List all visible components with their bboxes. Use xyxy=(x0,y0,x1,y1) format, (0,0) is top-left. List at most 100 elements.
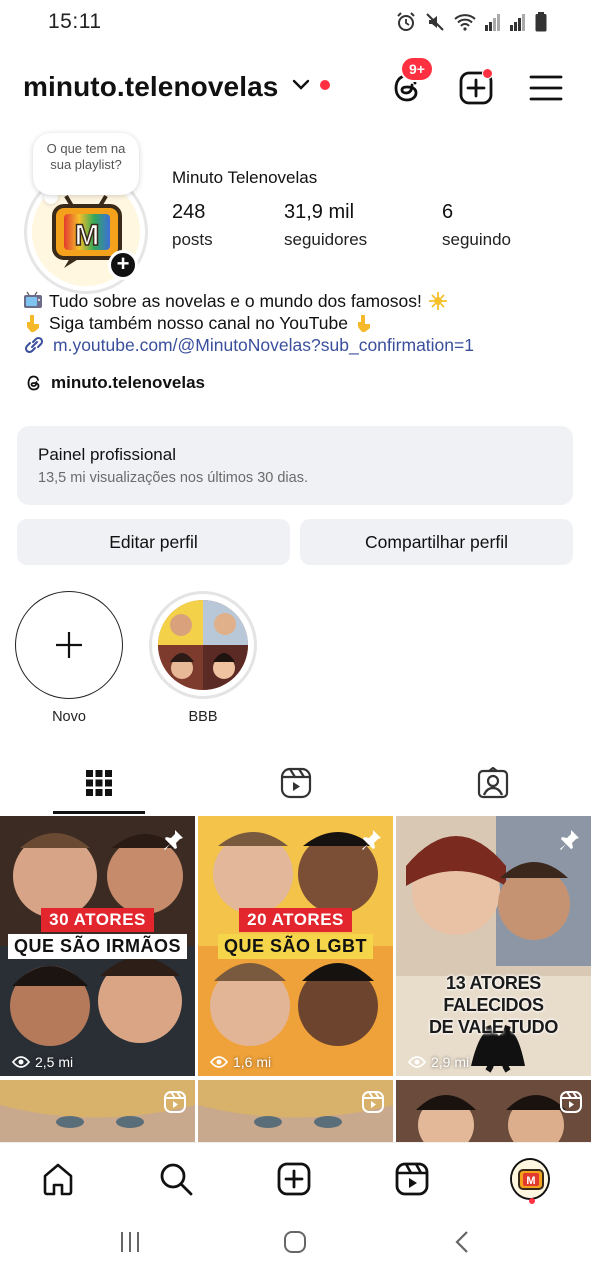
link-icon xyxy=(24,336,44,354)
followers-count: 31,9 mil xyxy=(284,201,355,223)
pin-icon xyxy=(362,830,381,850)
alarm-icon xyxy=(397,12,415,31)
post-caption: 20 ATORES QUE SÃO LGBT xyxy=(198,908,393,959)
posts-stat[interactable]: 248 posts xyxy=(172,201,213,250)
professional-dashboard[interactable]: Painel profissional 13,5 mi visualizaçõe… xyxy=(17,426,573,505)
system-navigation-bar xyxy=(0,1212,591,1280)
nav-search[interactable] xyxy=(156,1159,196,1199)
battery-icon xyxy=(535,12,547,32)
reels-icon xyxy=(164,1091,186,1113)
tagged-icon xyxy=(477,767,508,799)
following-stat[interactable]: 6 seguindo xyxy=(442,201,511,250)
reels-icon xyxy=(362,1091,384,1113)
create-notification-dot xyxy=(482,68,493,79)
signal-icon xyxy=(510,14,525,31)
profile-notification-dot xyxy=(529,1198,535,1204)
profile-header-bar: minuto.telenovelas 9+ xyxy=(0,56,591,116)
post-tile[interactable] xyxy=(0,1080,195,1142)
post-caption-line1: 20 ATORES xyxy=(239,908,352,932)
tab-tagged[interactable] xyxy=(394,752,591,814)
recent-apps-icon[interactable] xyxy=(118,1230,142,1254)
bio-text-1: Tudo sobre as novelas e o mundo dos famo… xyxy=(49,291,422,311)
followers-stat[interactable]: 31,9 mil seguidores xyxy=(284,201,367,250)
bio-link-text[interactable]: m.youtube.com/@MinutoNovelas?sub_confirm… xyxy=(53,334,474,356)
status-bar: 15:11 xyxy=(0,0,591,48)
post-caption-line1: 30 ATORES xyxy=(41,908,154,932)
post-views-count: 2,5 mi xyxy=(35,1054,74,1070)
threads-profile-link[interactable]: minuto.telenovelas xyxy=(24,373,205,393)
threads-handle-text: minuto.telenovelas xyxy=(51,373,205,392)
nav-profile[interactable]: M xyxy=(510,1158,550,1200)
post-tile[interactable]: 13 ATORES FALECIDOS DE VALE TUDO 2,9 mi xyxy=(396,816,591,1076)
views-icon xyxy=(210,1056,228,1068)
posts-label: posts xyxy=(172,230,213,249)
pro-dashboard-subtitle: 13,5 mi visualizações nos últimos 30 dia… xyxy=(38,470,308,486)
post-views-count: 2,9 mi xyxy=(431,1054,470,1070)
pin-icon xyxy=(560,830,579,850)
bio-line-2: Siga também nosso canal no YouTube xyxy=(23,312,474,334)
reels-icon xyxy=(560,1091,582,1113)
post-tile[interactable] xyxy=(396,1080,591,1142)
post-caption-line2: QUE SÃO IRMÃOS xyxy=(7,934,187,959)
svg-text:M: M xyxy=(75,219,100,252)
share-profile-button[interactable]: Compartilhar perfil xyxy=(300,519,573,565)
post-tile[interactable]: 30 ATORES QUE SÃO IRMÃOS 2,5 mi xyxy=(0,816,195,1076)
account-switch-dot xyxy=(320,80,330,90)
following-label: seguindo xyxy=(442,230,512,249)
post-caption-line2: DE VALE TUDO xyxy=(428,1017,559,1037)
highlight-bbb[interactable]: BBB xyxy=(149,591,257,725)
new-highlight-circle xyxy=(15,591,123,699)
posts-grid: 30 ATORES QUE SÃO IRMÃOS 2,5 mi 20 ATORE… xyxy=(0,816,591,1142)
threads-icon xyxy=(27,375,40,391)
profile-avatar: M xyxy=(510,1158,550,1200)
plus-icon xyxy=(56,632,82,658)
nav-home[interactable] xyxy=(38,1159,78,1199)
mute-icon xyxy=(426,13,444,31)
highlight-new[interactable]: Novo xyxy=(15,591,123,725)
post-views: 2,9 mi xyxy=(408,1054,469,1070)
add-story-button[interactable]: + xyxy=(108,250,138,280)
status-time: 15:11 xyxy=(48,10,102,33)
post-caption-line2: QUE SÃO LGBT xyxy=(217,934,373,959)
bio-line-1: Tudo sobre as novelas e o mundo dos famo… xyxy=(23,290,474,312)
minuto-logo-icon: M xyxy=(512,1160,548,1198)
signal-icon xyxy=(485,14,500,31)
home-button-icon[interactable] xyxy=(283,1230,307,1254)
profile-note[interactable]: O que tem na sua playlist? xyxy=(33,133,139,195)
edit-profile-button[interactable]: Editar perfil xyxy=(17,519,290,565)
status-icons xyxy=(396,12,547,32)
chevron-down-icon[interactable] xyxy=(291,78,311,92)
post-tile[interactable] xyxy=(198,1080,393,1142)
wifi-icon xyxy=(454,14,476,31)
back-icon[interactable] xyxy=(452,1230,472,1254)
active-tab-indicator xyxy=(53,811,145,814)
menu-button[interactable] xyxy=(524,66,568,110)
pointing-down-emoji-icon xyxy=(27,315,39,332)
bottom-navigation: M xyxy=(0,1142,591,1212)
highlight-label: Novo xyxy=(52,709,86,725)
reels-icon xyxy=(395,1162,429,1196)
account-username[interactable]: minuto.telenovelas xyxy=(23,71,278,103)
display-name: Minuto Telenovelas xyxy=(172,168,318,187)
nav-create[interactable] xyxy=(274,1159,314,1199)
reels-icon xyxy=(280,767,311,799)
post-views: 1,6 mi xyxy=(210,1054,271,1070)
views-icon xyxy=(12,1056,30,1068)
highlight-cover-image xyxy=(158,600,248,690)
post-views: 2,5 mi xyxy=(12,1054,73,1070)
create-icon xyxy=(277,1162,311,1196)
highlight-label: BBB xyxy=(188,709,218,725)
nav-reels[interactable] xyxy=(392,1159,432,1199)
hamburger-menu-icon xyxy=(529,75,563,101)
grid-icon xyxy=(85,770,112,796)
search-icon xyxy=(160,1163,193,1196)
tab-posts-grid[interactable] xyxy=(0,752,197,814)
followers-label: seguidores xyxy=(284,230,368,249)
pointing-down-emoji-icon xyxy=(358,315,371,332)
tab-reels[interactable] xyxy=(197,752,394,814)
bio-link[interactable]: m.youtube.com/@MinutoNovelas?sub_confirm… xyxy=(23,334,474,356)
svg-text:M: M xyxy=(526,1175,535,1187)
bbb-highlight-circle xyxy=(149,591,257,699)
posts-count: 248 xyxy=(172,201,206,223)
post-tile[interactable]: 20 ATORES QUE SÃO LGBT 1,6 mi xyxy=(198,816,393,1076)
